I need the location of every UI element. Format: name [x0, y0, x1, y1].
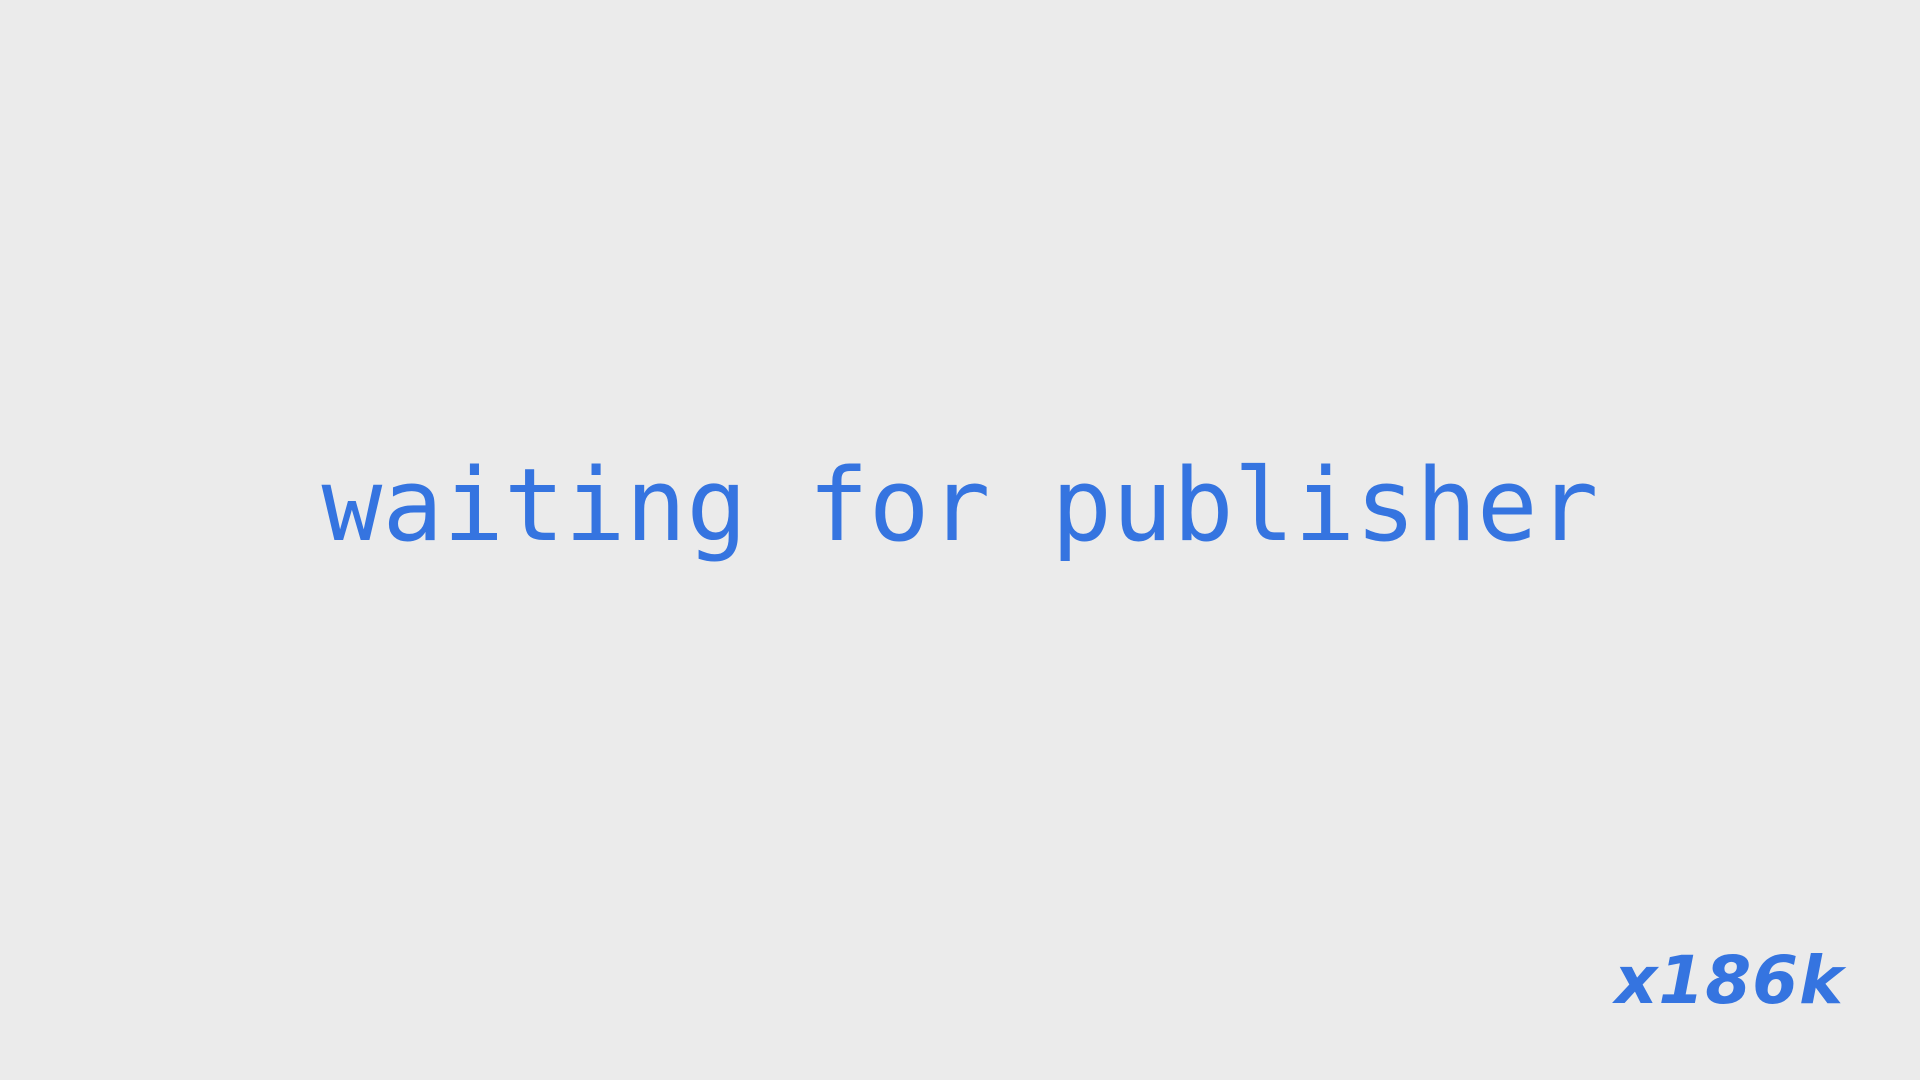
waiting-status-message: waiting for publisher: [321, 446, 1599, 564]
brand-logo: x186k: [1614, 942, 1844, 1019]
